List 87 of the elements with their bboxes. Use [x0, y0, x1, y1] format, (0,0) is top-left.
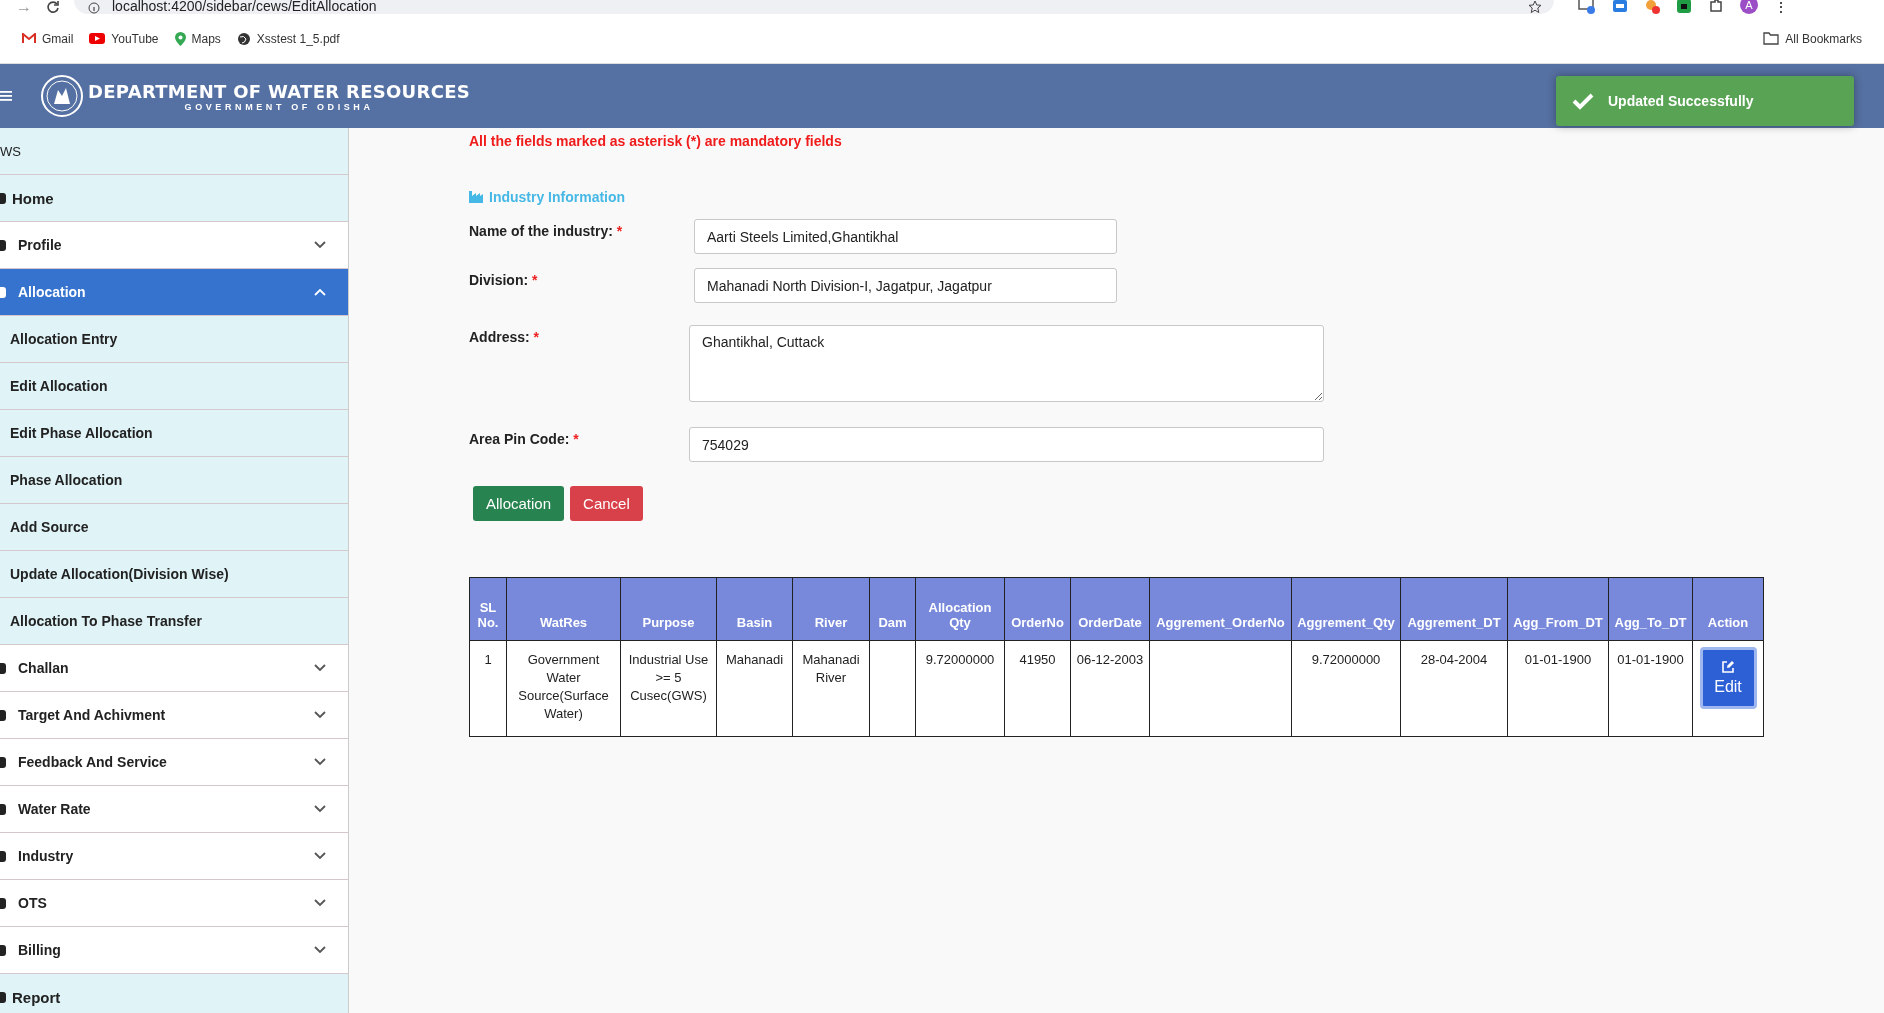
mandatory-notice: All the fields marked as asterisk (*) are mandatory fields [469, 133, 843, 149]
field-label: Area Pin Code: * [469, 430, 580, 447]
emblem-icon [40, 74, 84, 118]
all-bookmarks[interactable]: All Bookmarks [1763, 31, 1862, 46]
url-text: localhost:4200/sidebar/cews/EditAllocation [112, 0, 377, 14]
bookmark[interactable]: Maps [174, 31, 221, 46]
column-header: Aggrement_Qty [1291, 577, 1401, 641]
play-icon [89, 33, 106, 44]
menu-icon[interactable]: ⋮ [1774, 0, 1788, 14]
edit-icon [1721, 660, 1735, 674]
profile-avatar[interactable]: A [1740, 0, 1758, 14]
menu-item-icon [0, 709, 6, 721]
input-field[interactable]: Mahanadi North Division-I, Jagatpur, Jagatpur [694, 268, 1117, 303]
bookmark[interactable]: Xsstest 1_5.pdf [236, 31, 340, 46]
menu-icon[interactable] [0, 91, 12, 101]
edit-button[interactable]: Edit [1699, 647, 1757, 709]
puzzle-icon[interactable] [1708, 0, 1724, 14]
column-header: Aggrement_DT [1400, 577, 1508, 641]
column-header: Aggrement_OrderNo [1149, 577, 1292, 641]
address-field[interactable]: Ghantikhal, Cuttack [689, 325, 1324, 402]
info-icon [88, 2, 100, 14]
sidebar-item[interactable]: Home [0, 175, 348, 222]
allocation-button[interactable]: Allocation [473, 486, 565, 521]
menu-item-icon [0, 662, 6, 674]
submenu-item[interactable]: Edit Allocation [0, 363, 348, 410]
table-cell: 01-01-1900 [1608, 640, 1693, 737]
table-cell: Mahanadi River [792, 640, 870, 737]
factory-icon [469, 191, 483, 203]
globe-icon [236, 31, 251, 46]
column-header: SL No. [469, 577, 507, 641]
menu-item-icon [0, 850, 6, 862]
cancel-button[interactable]: Cancel [570, 486, 643, 521]
field-label: Address: * [469, 328, 541, 345]
column-header: WatRes [506, 577, 621, 641]
menu-item-icon [0, 897, 6, 909]
column-header: Allocation Qty [915, 577, 1005, 641]
table-cell: 28-04-2004 [1400, 640, 1508, 737]
menu-item-icon [0, 756, 6, 768]
table-cell: 41950 [1004, 640, 1071, 737]
column-header: Agg_To_DT [1608, 577, 1693, 641]
submenu-item[interactable]: Allocation To Phase Transfer [0, 598, 348, 645]
section-title: Industry Information [489, 189, 626, 205]
folder-icon [1763, 32, 1780, 45]
sidebar-item[interactable]: Allocation [0, 269, 348, 316]
input-field[interactable]: 754029 [689, 427, 1324, 462]
bookmark[interactable]: Gmail [22, 31, 74, 46]
column-header: Agg_From_DT [1507, 577, 1609, 641]
submenu-item[interactable]: Edit Phase Allocation [0, 410, 348, 457]
check-icon [1572, 92, 1594, 110]
bookmark[interactable]: YouTube [89, 31, 159, 46]
address-bar[interactable]: localhost:4200/sidebar/cews/EditAllocation [74, 0, 1554, 14]
table-cell: Mahanadi [716, 640, 793, 737]
header-title: DEPARTMENT OF WATER RESOURCES [88, 80, 471, 102]
table-cell: 01-01-1900 [1507, 640, 1609, 737]
submenu-item[interactable]: Update Allocation(Division Wise) [0, 551, 348, 598]
toast-message: Updated Successfully [1608, 93, 1754, 109]
column-header: OrderNo [1004, 577, 1071, 641]
submenu-item[interactable]: Phase Allocation [0, 457, 348, 504]
table-cell: Industrial Use >= 5 Cusec(GWS) [620, 640, 717, 737]
sidebar-heading: WS [0, 128, 348, 175]
reload-icon[interactable] [46, 0, 60, 14]
input-field[interactable]: Aarti Steels Limited,Ghantikhal [694, 219, 1117, 254]
column-header: Action [1692, 577, 1764, 641]
column-header: OrderDate [1070, 577, 1150, 641]
menu-item-icon [0, 944, 6, 956]
table-cell: 9.72000000 [915, 640, 1005, 737]
table-cell: 9.72000000 [1291, 640, 1401, 737]
table-cell: 06-12-2003 [1070, 640, 1150, 737]
column-header: Dam [869, 577, 916, 641]
menu-item-icon [0, 239, 6, 251]
table-cell: 1 [469, 640, 507, 737]
field-label: Division: * [469, 271, 539, 288]
star-icon[interactable] [1528, 0, 1542, 14]
column-header: Purpose [620, 577, 717, 641]
column-header: Basin [716, 577, 793, 641]
table-cell: Government Water Source(Surface Water) [506, 640, 621, 737]
field-label: Name of the industry: * [469, 222, 624, 239]
submenu-item[interactable]: Allocation Entry [0, 316, 348, 363]
map-pin-icon [174, 31, 186, 46]
mail-icon [22, 33, 36, 44]
column-header: River [792, 577, 870, 641]
header-subtitle: GOVERNMENT OF ODISHA [184, 101, 374, 112]
sidebar-item[interactable]: Report [0, 974, 348, 1013]
submenu-item[interactable]: Add Source [0, 504, 348, 551]
extension-icon[interactable] [1676, 0, 1692, 14]
menu-item-icon [0, 803, 6, 815]
menu-item-icon [0, 286, 6, 298]
